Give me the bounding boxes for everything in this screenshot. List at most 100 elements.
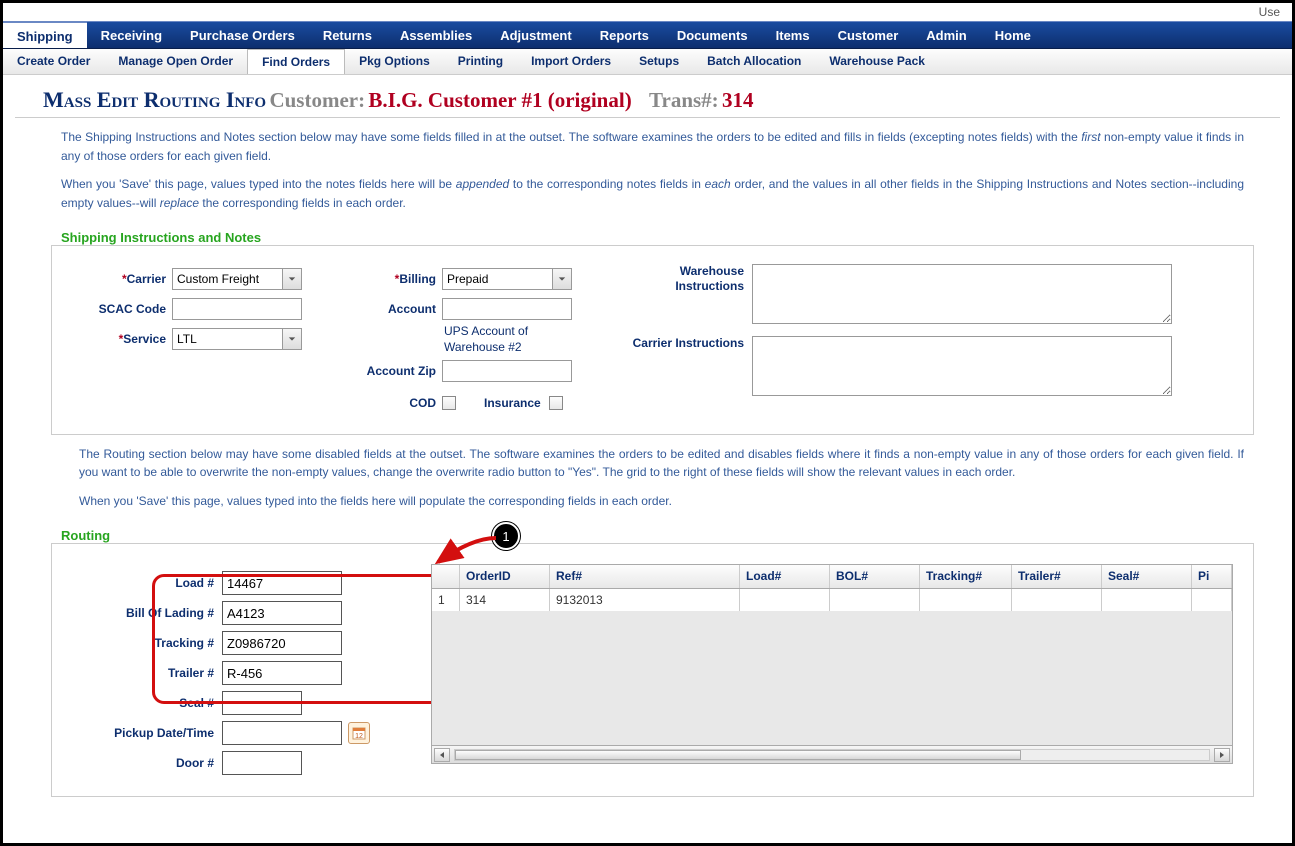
subnav-batch-allocation[interactable]: Batch Allocation bbox=[693, 49, 815, 74]
load-input[interactable] bbox=[222, 571, 342, 595]
cod-label: COD bbox=[342, 396, 442, 410]
subnav-printing[interactable]: Printing bbox=[444, 49, 517, 74]
chevron-down-icon[interactable] bbox=[282, 328, 302, 350]
account-zip-label: Account Zip bbox=[342, 364, 442, 378]
scroll-right-icon[interactable] bbox=[1214, 748, 1230, 762]
service-input[interactable] bbox=[172, 328, 282, 350]
nav-tab-shipping[interactable]: Shipping bbox=[3, 22, 87, 48]
billing-input[interactable] bbox=[442, 268, 552, 290]
subnav-manage-open-order[interactable]: Manage Open Order bbox=[104, 49, 247, 74]
nav-tab-home[interactable]: Home bbox=[981, 22, 1045, 48]
nav-tab-reports[interactable]: Reports bbox=[586, 22, 663, 48]
grid-horizontal-scrollbar[interactable] bbox=[432, 745, 1232, 763]
nav-tab-adjustment[interactable]: Adjustment bbox=[486, 22, 586, 48]
table-row[interactable]: 13149132013 bbox=[432, 589, 1232, 611]
subnav-create-order[interactable]: Create Order bbox=[3, 49, 104, 74]
service-label: *Service bbox=[72, 332, 172, 346]
grid-col-OrderID[interactable]: OrderID bbox=[460, 565, 550, 588]
tracking-input[interactable] bbox=[222, 631, 342, 655]
insurance-label: Insurance bbox=[484, 396, 549, 410]
seal-input[interactable] bbox=[222, 691, 302, 715]
grid-cell bbox=[920, 589, 1012, 611]
billing-label: *Billing bbox=[342, 272, 442, 286]
intro-paragraph-4: When you 'Save' this page, values typed … bbox=[3, 482, 1292, 511]
grid-col-Trailer#[interactable]: Trailer# bbox=[1012, 565, 1102, 588]
door-label: Door # bbox=[72, 756, 222, 770]
nav-tab-receiving[interactable]: Receiving bbox=[87, 22, 176, 48]
subnav-import-orders[interactable]: Import Orders bbox=[517, 49, 625, 74]
grid-cell bbox=[740, 589, 830, 611]
grid-cell: 314 bbox=[460, 589, 550, 611]
trailer-label: Trailer # bbox=[72, 666, 222, 680]
account-note: UPS Account ofWarehouse #2 bbox=[442, 324, 528, 355]
trans-label: Trans#: bbox=[649, 88, 719, 112]
intro-paragraph-3: The Routing section below may have some … bbox=[3, 435, 1292, 482]
tracking-label: Tracking # bbox=[72, 636, 222, 650]
carrier-combo[interactable] bbox=[172, 268, 302, 290]
customer-name: B.I.G. Customer #1 (original) bbox=[368, 88, 631, 112]
account-label: Account bbox=[342, 302, 442, 316]
carrier-input[interactable] bbox=[172, 268, 282, 290]
bol-label: Bill Of Lading # bbox=[72, 606, 222, 620]
grid-col-Pi[interactable]: Pi bbox=[1192, 565, 1232, 588]
grid-cell: 9132013 bbox=[550, 589, 740, 611]
customer-label: Customer: bbox=[269, 88, 365, 112]
calendar-icon[interactable]: 12 bbox=[348, 722, 370, 744]
page-heading: Mass Edit Routing Info Customer: B.I.G. … bbox=[3, 75, 1292, 113]
nav-tab-returns[interactable]: Returns bbox=[309, 22, 386, 48]
intro-paragraph-2: When you 'Save' this page, values typed … bbox=[3, 165, 1292, 212]
nav-tab-customer[interactable]: Customer bbox=[824, 22, 913, 48]
trans-value: 314 bbox=[722, 88, 754, 112]
scac-label: SCAC Code bbox=[72, 302, 172, 316]
grid-col-Ref#[interactable]: Ref# bbox=[550, 565, 740, 588]
trailer-input[interactable] bbox=[222, 661, 342, 685]
bol-input[interactable] bbox=[222, 601, 342, 625]
scroll-thumb[interactable] bbox=[455, 750, 1021, 760]
routing-section-title: Routing bbox=[61, 528, 1292, 543]
chevron-down-icon[interactable] bbox=[282, 268, 302, 290]
account-zip-input[interactable] bbox=[442, 360, 572, 382]
door-input[interactable] bbox=[222, 751, 302, 775]
pickup-input[interactable] bbox=[222, 721, 342, 745]
grid-col-Seal#[interactable]: Seal# bbox=[1102, 565, 1192, 588]
service-combo[interactable] bbox=[172, 328, 302, 350]
grid-cell bbox=[1012, 589, 1102, 611]
billing-combo[interactable] bbox=[442, 268, 572, 290]
routing-section: 1 Load # Bill Of Lading # Tracking # bbox=[51, 543, 1254, 797]
scroll-left-icon[interactable] bbox=[434, 748, 450, 762]
account-input[interactable] bbox=[442, 298, 572, 320]
nav-tab-documents[interactable]: Documents bbox=[663, 22, 762, 48]
grid-col-BOL#[interactable]: BOL# bbox=[830, 565, 920, 588]
grid-col-rownum[interactable] bbox=[432, 565, 460, 588]
chevron-down-icon[interactable] bbox=[552, 268, 572, 290]
nav-primary: ShippingReceivingPurchase OrdersReturnsA… bbox=[3, 21, 1292, 49]
cod-checkbox[interactable] bbox=[442, 396, 456, 410]
intro-paragraph-1: The Shipping Instructions and Notes sect… bbox=[3, 118, 1292, 165]
svg-text:12: 12 bbox=[355, 733, 363, 740]
insurance-checkbox[interactable] bbox=[549, 396, 563, 410]
scac-input[interactable] bbox=[172, 298, 302, 320]
warehouse-instructions-textarea[interactable] bbox=[752, 264, 1172, 324]
grid-col-Load#[interactable]: Load# bbox=[740, 565, 830, 588]
page-title: Mass Edit Routing Info bbox=[43, 87, 266, 112]
subnav-pkg-options[interactable]: Pkg Options bbox=[345, 49, 444, 74]
grid-cell bbox=[1192, 589, 1232, 611]
grid-cell bbox=[1102, 589, 1192, 611]
load-label: Load # bbox=[72, 576, 222, 590]
nav-tab-admin[interactable]: Admin bbox=[912, 22, 980, 48]
subnav-find-orders[interactable]: Find Orders bbox=[247, 49, 345, 74]
nav-tab-items[interactable]: Items bbox=[762, 22, 824, 48]
grid-col-Tracking#[interactable]: Tracking# bbox=[920, 565, 1012, 588]
grid-cell bbox=[830, 589, 920, 611]
nav-tab-purchase-orders[interactable]: Purchase Orders bbox=[176, 22, 309, 48]
pickup-label: Pickup Date/Time bbox=[72, 726, 222, 740]
subnav-setups[interactable]: Setups bbox=[625, 49, 693, 74]
nav-tab-assemblies[interactable]: Assemblies bbox=[386, 22, 486, 48]
subnav-warehouse-pack[interactable]: Warehouse Pack bbox=[815, 49, 939, 74]
carrier-instructions-textarea[interactable] bbox=[752, 336, 1172, 396]
seal-label: Seal # bbox=[72, 696, 222, 710]
use-link[interactable]: Use bbox=[1259, 5, 1280, 19]
grid-cell: 1 bbox=[432, 589, 460, 611]
scroll-track[interactable] bbox=[454, 749, 1210, 761]
carrier-label: *Carrier bbox=[72, 272, 172, 286]
